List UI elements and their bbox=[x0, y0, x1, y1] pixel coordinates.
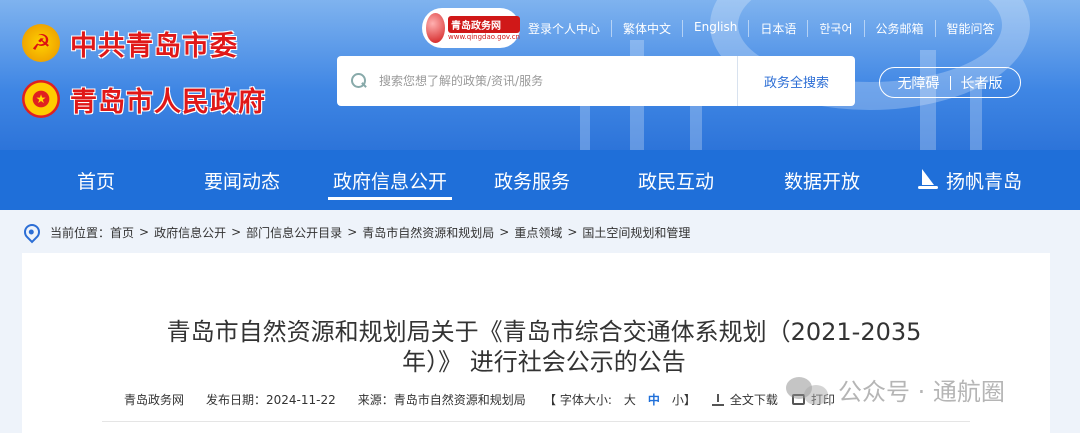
breadcrumb-prefix: 当前位置： bbox=[50, 225, 111, 240]
download-button[interactable]: 全文下载 bbox=[711, 391, 778, 408]
breadcrumb-land-planning[interactable]: 国土空间规划和管理 bbox=[582, 224, 690, 241]
sailboat-icon bbox=[917, 169, 938, 191]
article-meta: 青岛政务网 发布日期：2024-11-22 来源：青岛市自然资源和规划局 bbox=[124, 391, 548, 408]
divider bbox=[949, 75, 951, 90]
elderly-mode-button[interactable]: 长者版 bbox=[961, 73, 1003, 93]
search-input[interactable] bbox=[379, 74, 737, 88]
breadcrumb-bureau[interactable]: 青岛市自然资源和规划局 bbox=[362, 224, 494, 241]
chevron-right-icon: > bbox=[231, 225, 242, 239]
nav-item-yangfan[interactable]: 扬帆青岛 bbox=[912, 150, 1028, 210]
article-title: 青岛市自然资源和规划局关于《青岛市综合交通体系规划（2021-2035年）》 进… bbox=[166, 318, 922, 376]
link-traditional-chinese[interactable]: 繁体中文 bbox=[611, 20, 682, 37]
portal-logo-url: www.qingdao.gov.cn bbox=[448, 32, 520, 41]
font-size-small[interactable]: 小 bbox=[672, 391, 684, 408]
link-login[interactable]: 登录个人中心 bbox=[528, 20, 611, 37]
font-size-large[interactable]: 大 bbox=[624, 391, 636, 408]
link-english[interactable]: English bbox=[682, 20, 748, 37]
download-label: 全文下载 bbox=[729, 393, 778, 407]
watermark-text: 公众号 · 通航圈 bbox=[838, 378, 1005, 406]
nav-item-news[interactable]: 要闻动态 bbox=[192, 150, 292, 210]
barrier-free-button[interactable]: 无障碍 bbox=[898, 73, 940, 93]
search-button[interactable]: 政务全搜索 bbox=[737, 56, 855, 106]
breadcrumb-dept-catalog[interactable]: 部门信息公开目录 bbox=[246, 224, 342, 241]
chevron-right-icon: > bbox=[567, 225, 578, 239]
national-emblem-icon: ★ bbox=[22, 80, 60, 118]
party-emblem-icon: ☭ bbox=[22, 24, 60, 62]
link-official-email[interactable]: 公务邮箱 bbox=[863, 20, 935, 37]
party-title: 中共青岛市委 bbox=[70, 31, 238, 62]
breadcrumb-home[interactable]: 首页 bbox=[110, 224, 134, 241]
gov-title: 青岛市人民政府 bbox=[70, 87, 266, 118]
top-links: 登录个人中心 繁体中文 English 日本语 한국어 公务邮箱 智能问答 bbox=[528, 20, 1006, 37]
link-japanese[interactable]: 日本语 bbox=[748, 20, 807, 37]
portal-logo-name: 青岛政务网 bbox=[448, 15, 520, 33]
divider bbox=[102, 421, 970, 422]
watermark: 公众号 · 通航圈 bbox=[786, 372, 1005, 407]
chevron-right-icon: > bbox=[139, 225, 150, 239]
nav-item-home[interactable]: 首页 bbox=[0, 150, 192, 210]
globe-icon bbox=[426, 13, 446, 43]
location-pin-icon bbox=[20, 220, 44, 244]
nav-item-gov-info[interactable]: 政府信息公开 bbox=[328, 150, 452, 210]
source-site: 青岛政务网 bbox=[124, 393, 185, 407]
main-nav: 首页 要闻动态 政府信息公开 政务服务 政民互动 数据开放 扬帆青岛 bbox=[0, 150, 1080, 210]
breadcrumb-key-areas[interactable]: 重点领域 bbox=[514, 224, 562, 241]
article-origin: 来源：青岛市自然资源和规划局 bbox=[357, 393, 526, 407]
font-size-label: 【 字体大小: bbox=[544, 393, 612, 407]
breadcrumb-gov-info[interactable]: 政府信息公开 bbox=[154, 224, 226, 241]
chevron-right-icon: > bbox=[347, 225, 358, 239]
link-korean[interactable]: 한국어 bbox=[807, 20, 863, 37]
font-size-medium[interactable]: 中 bbox=[648, 391, 660, 408]
search-icon bbox=[351, 73, 367, 89]
nav-item-yangfan-label: 扬帆青岛 bbox=[945, 170, 1022, 193]
publish-date: 发布日期：2024-11-22 bbox=[206, 393, 336, 407]
nav-item-services[interactable]: 政务服务 bbox=[490, 150, 574, 210]
wechat-icon bbox=[786, 375, 830, 405]
download-icon bbox=[711, 393, 724, 406]
chevron-right-icon: > bbox=[499, 225, 510, 239]
portal-logo[interactable]: 青岛政务网 www.qingdao.gov.cn bbox=[422, 8, 520, 48]
nav-item-interaction[interactable]: 政民互动 bbox=[634, 150, 718, 210]
link-smart-qa[interactable]: 智能问答 bbox=[934, 20, 1006, 37]
nav-item-open-data[interactable]: 数据开放 bbox=[780, 150, 864, 210]
site-header: ☭ 中共青岛市委 ★ 青岛市人民政府 青岛政务网 www.qingdao.gov… bbox=[0, 0, 1080, 150]
breadcrumb: 当前位置： 首页 > 政府信息公开 > 部门信息公开目录 > 青岛市自然资源和规… bbox=[20, 220, 690, 244]
accessibility-switch: 无障碍 长者版 bbox=[879, 67, 1021, 98]
search-bar: 政务全搜索 bbox=[337, 56, 855, 106]
font-size-close: 】 bbox=[683, 393, 696, 407]
